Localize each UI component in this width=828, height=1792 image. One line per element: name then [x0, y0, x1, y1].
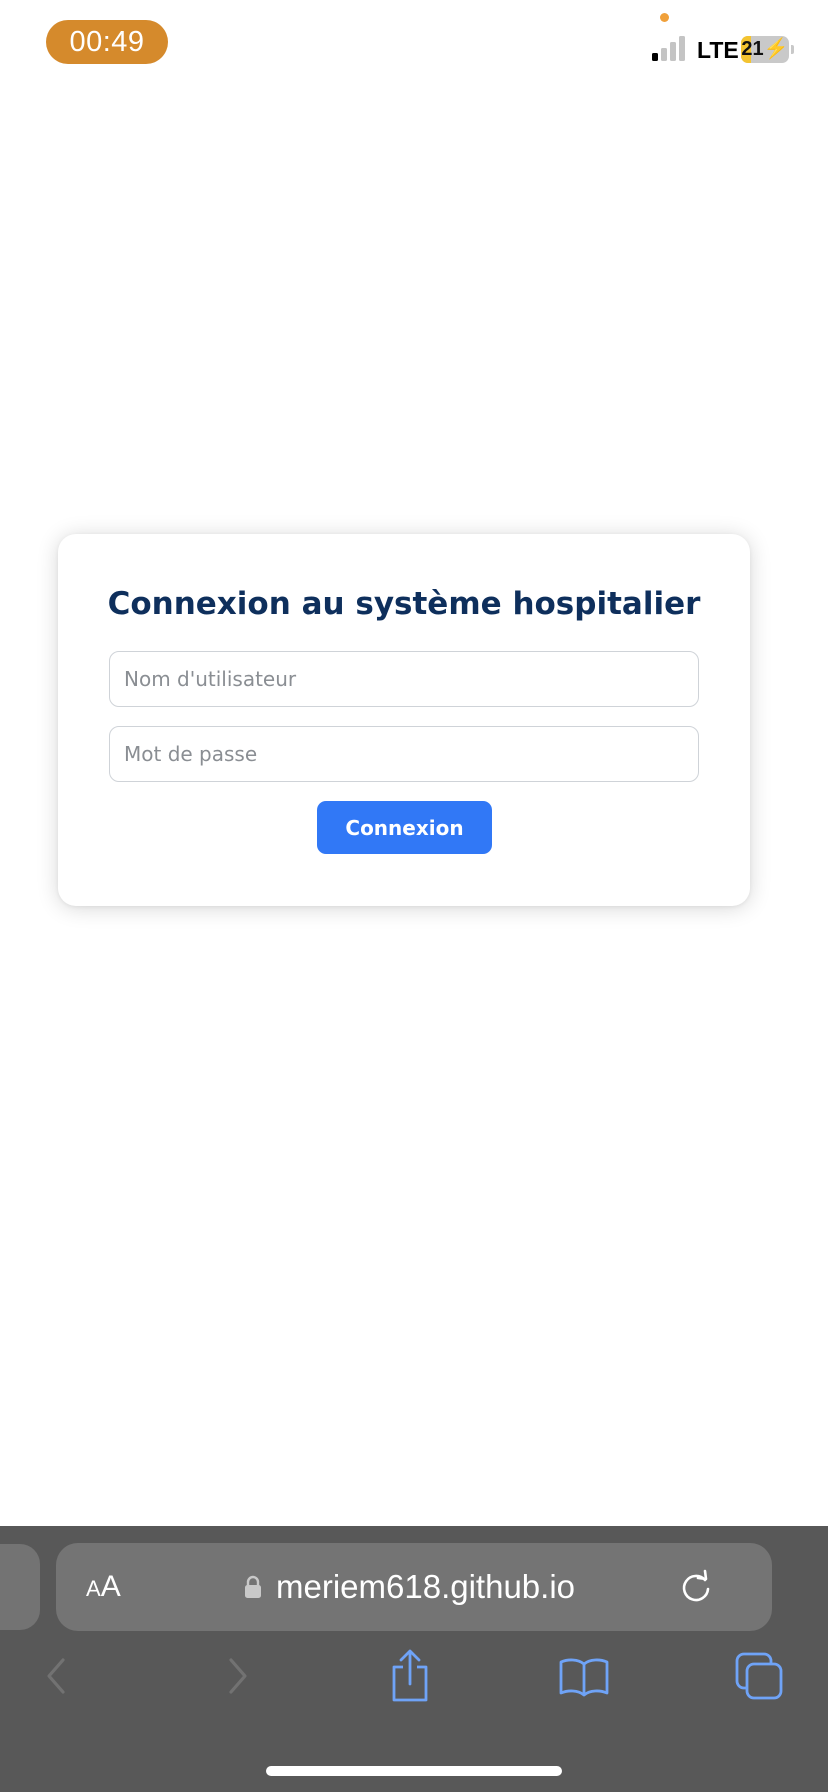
url-text: meriem618.github.io [276, 1568, 575, 1605]
back-arrow-icon[interactable] [27, 1646, 87, 1706]
login-card: Connexion au système hospitalier Connexi… [58, 534, 750, 906]
previous-tab-edge[interactable] [0, 1544, 40, 1630]
bookmarks-icon[interactable] [554, 1646, 614, 1706]
charging-bolt-icon: ⚡ [763, 38, 789, 60]
battery-charging-icon: 21⚡ [741, 36, 794, 63]
reload-icon[interactable] [678, 1569, 714, 1605]
url-display[interactable]: meriem618.github.io [244, 1543, 575, 1631]
forward-arrow-icon[interactable] [207, 1646, 267, 1706]
signal-bars-icon [652, 36, 685, 61]
battery-level-text: 21⚡ [741, 38, 789, 60]
login-title: Connexion au système hospitalier [107, 586, 701, 622]
lock-icon [245, 1575, 261, 1598]
password-input[interactable] [109, 726, 699, 782]
status-time[interactable]: 00:49 [46, 20, 168, 64]
login-submit-button[interactable]: Connexion [317, 801, 492, 854]
home-indicator[interactable] [266, 1766, 562, 1776]
browser-toolbar: AA meriem618.github.io [0, 1526, 828, 1792]
text-size-button[interactable]: AA [86, 1543, 121, 1631]
network-type-label: LTE [697, 37, 739, 63]
tabs-icon[interactable] [730, 1646, 790, 1706]
privacy-indicator-dot [660, 13, 669, 22]
status-bar: 00:49 LTE 21⚡ [0, 0, 828, 90]
screen: 00:49 LTE 21⚡ Connexion au système hospi… [0, 0, 828, 1792]
username-input[interactable] [109, 651, 699, 707]
share-icon[interactable] [380, 1646, 440, 1706]
address-bar[interactable]: AA meriem618.github.io [56, 1543, 772, 1631]
